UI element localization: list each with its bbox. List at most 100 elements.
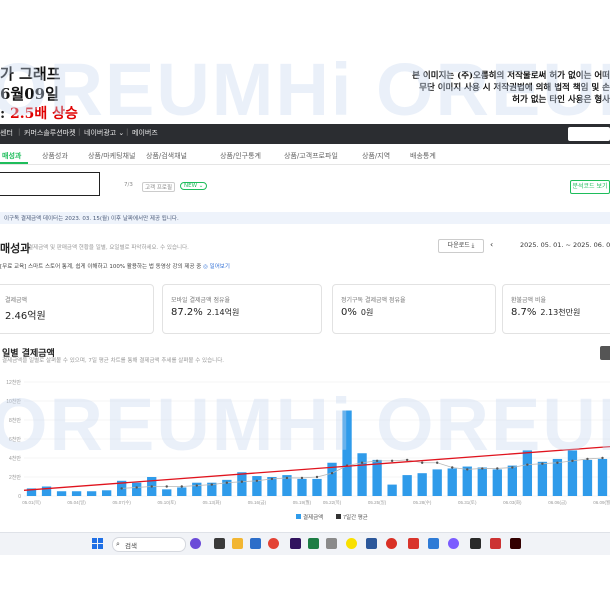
x-tick-label: 05.01(목): [22, 500, 41, 506]
tab-delivery-stats[interactable]: 배송통계: [410, 151, 436, 161]
app-icon-red[interactable]: [408, 538, 419, 549]
avg-point: [526, 463, 529, 466]
bar-day: [387, 484, 397, 496]
file-explorer-icon[interactable]: [232, 538, 243, 549]
top-search-box[interactable]: [568, 127, 610, 141]
tab-product-demographics[interactable]: 상품/인구통계: [220, 151, 261, 161]
download-button[interactable]: 다운로드 ⤓: [438, 239, 484, 253]
notice-line3: 허가 없는 타인 사용은 형사: [512, 95, 610, 105]
card-label: 정기구독 결제금액 점유율: [341, 297, 406, 304]
word-icon[interactable]: [366, 538, 377, 549]
avg-point: [420, 461, 424, 464]
y-tick-label: 2천만: [9, 474, 21, 481]
x-tick-label: 05.16(금): [248, 500, 267, 505]
app-icon-blue[interactable]: [428, 538, 439, 549]
avg-point: [225, 481, 229, 484]
bar-day: [477, 467, 487, 496]
bar-day: [132, 482, 142, 496]
chrome-icon[interactable]: [268, 538, 279, 549]
avg-point: [511, 466, 514, 469]
legend-swatch-bar: [296, 514, 301, 519]
avg-point: [436, 461, 439, 464]
education-notice-link[interactable]: ◎ 일어보기: [203, 264, 230, 270]
card-value-main: 87.2%: [171, 307, 203, 318]
bar-day: [492, 469, 502, 496]
premiere-icon[interactable]: [290, 538, 301, 549]
card-value-main: 2.46억원: [5, 311, 46, 322]
excel-icon[interactable]: [308, 538, 319, 549]
tab-product-region[interactable]: 상품/지역: [362, 151, 390, 161]
kakaotalk-icon[interactable]: [346, 538, 357, 549]
widget-icon[interactable]: [190, 538, 201, 549]
x-tick-label: 05.25(일): [368, 499, 387, 505]
daily-payment-chart: 0 2천만 4천만 6천만 8천만 10천만 12천만 05.01(목) 05.04(일) 05.…: [6, 379, 610, 521]
card-mobile-share: 모바일 결제금액 점유율 87.2% 2.14억원: [162, 284, 322, 334]
x-tick-label: 05.19(월): [293, 499, 312, 506]
app-icon[interactable]: [326, 538, 337, 549]
bar-day: [162, 489, 172, 496]
avg-point: [315, 475, 319, 479]
tab-product-search-channel[interactable]: 상품/검색채널: [146, 151, 187, 161]
chart-options-button[interactable]: [600, 346, 610, 360]
taskbar-search[interactable]: ⌕ 검색: [112, 537, 186, 552]
tab-product-marketing-channel[interactable]: 상품/마케팅채널: [88, 151, 135, 161]
app-icon-red2[interactable]: [490, 538, 501, 549]
card-label: 모바일 결제금액 점유율: [171, 297, 231, 304]
topnav-item-commerce-market[interactable]: 커머스솔루션마켓: [24, 128, 76, 138]
avg-point: [120, 487, 123, 490]
card-label: 환불금액 비율: [511, 297, 547, 304]
avg-point: [390, 459, 394, 463]
card-value: 8.7% 2.13천만원: [511, 307, 580, 318]
x-tick-label: 05.28(수): [413, 500, 432, 506]
tab-product-customer-profile[interactable]: 상품/고객프로파일: [284, 151, 338, 161]
x-tick-label: 05.07(수): [112, 500, 131, 506]
info-banner: 이구독 결제금액 데이터는 2023. 03. 15(월) 이후 날짜에서만 제…: [0, 212, 610, 224]
x-tick-label: 05.22(목): [323, 500, 342, 506]
topnav-item-naverz[interactable]: 메이버즈: [132, 128, 158, 138]
chip-count: 7/3: [124, 182, 133, 188]
card-value-main: 0%: [341, 307, 357, 318]
topnav-item-center[interactable]: 센터: [0, 128, 13, 138]
chart-description: 결제금액을 일별로 살펴볼 수 있으며, 7일 평균 차트를 통해 결제금액 추…: [2, 358, 225, 364]
active-tab-indicator: [0, 162, 28, 164]
x-tick-label: 06.06(금): [548, 500, 567, 505]
bar-day: [537, 461, 548, 496]
avg-point: [375, 459, 379, 463]
annotation-title: 가 그래프 6월09일 : 2.5배 상승: [0, 64, 78, 124]
tab-product-performance[interactable]: 상품성과: [42, 151, 68, 161]
analysis-code-button[interactable]: 분석코드 보기: [570, 180, 610, 194]
topnav-item-naver-ad[interactable]: 네이버광고 ⌄: [84, 128, 124, 138]
chevron-left-icon[interactable]: ‹: [490, 240, 493, 249]
y-tick-label: 0: [18, 494, 21, 500]
bar-day: [101, 490, 112, 496]
card-value: 0% 0원: [341, 307, 373, 318]
record-app-icon[interactable]: [386, 538, 397, 549]
annotation-line3-prefix: :: [0, 106, 6, 122]
app-icon-dark[interactable]: [470, 538, 481, 549]
card-subscription-share: 정기구독 결제금액 점유율 0% 0원: [332, 284, 496, 334]
task-view-icon[interactable]: [214, 538, 225, 549]
topnav-divider: |: [126, 128, 129, 136]
chip-customer-profile[interactable]: 고객 프로필: [142, 182, 176, 192]
avg-point: [541, 462, 544, 465]
legend-label-bar: 결제금액: [303, 513, 323, 521]
taskbar: ⌕ 검색: [0, 532, 610, 555]
app-icon-purple[interactable]: [448, 538, 459, 549]
bar-day: [432, 469, 442, 496]
tab-sales-performance[interactable]: 매성과: [2, 151, 21, 161]
date-range[interactable]: 2025. 05. 01. ~ 2025. 06. 09.: [520, 241, 610, 249]
windows-start-icon[interactable]: [92, 538, 103, 549]
illustrator-icon[interactable]: [510, 538, 521, 549]
store-app-icon[interactable]: [250, 538, 261, 549]
bar-day: [297, 478, 307, 496]
y-tick-label: 6천만: [9, 436, 21, 443]
top-navigation-bar: 센터 | 커머스솔루션마켓 | 네이버광고 ⌄ | 메이버즈: [0, 124, 610, 144]
card-value: 87.2% 2.14억원: [171, 307, 239, 318]
info-banner-text: 이구독 결제금액 데이터는 2023. 03. 15(월) 이후 날짜에서만 제…: [4, 216, 179, 222]
chip-new-badge[interactable]: NEW ⌄: [180, 182, 208, 190]
card-payment-amount: 결제금액 2.46억원: [0, 284, 154, 334]
bar-day: [86, 491, 97, 496]
bar-day: [177, 487, 187, 496]
avg-point: [300, 476, 304, 480]
avg-point: [586, 457, 589, 461]
